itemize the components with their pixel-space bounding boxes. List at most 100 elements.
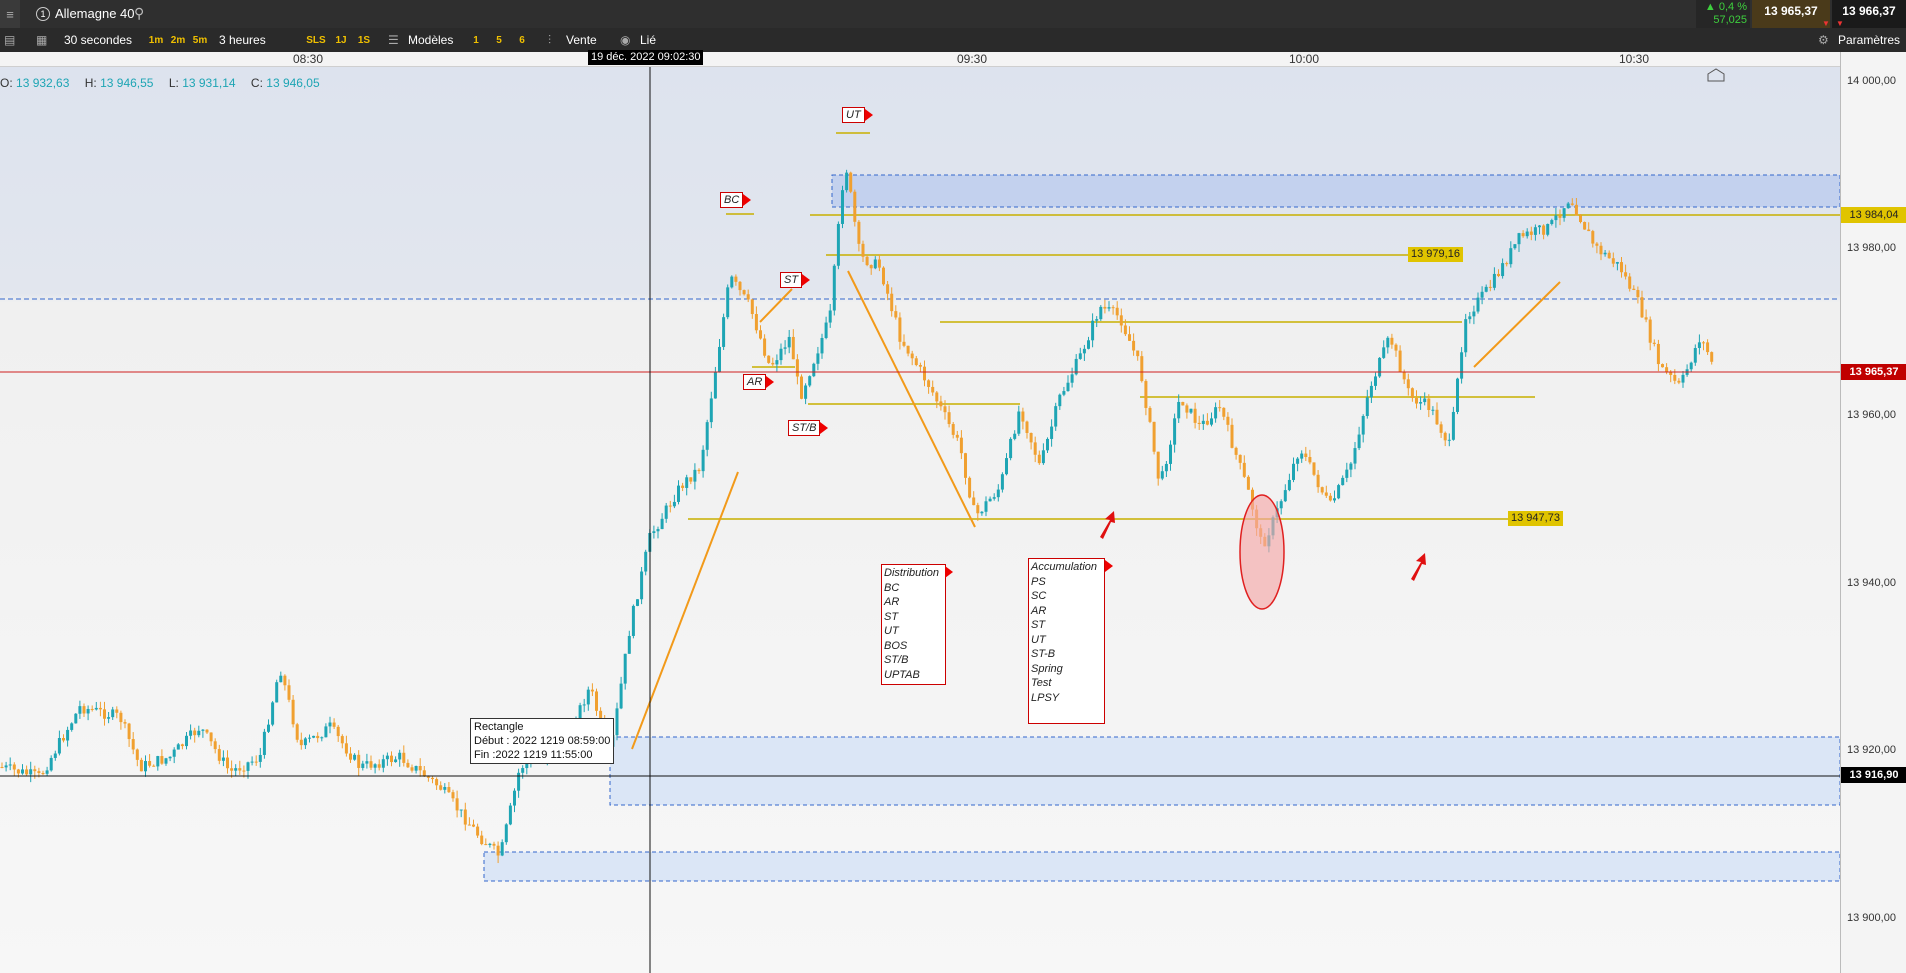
candle-body [1164,463,1168,472]
candle-body [164,758,168,764]
down-arrow-icon: ▼ [1836,19,1844,28]
gear-icon[interactable]: ⚙ [1818,28,1829,52]
candle-body [242,770,246,772]
candle-body [1636,289,1640,298]
instrument-name[interactable]: Allemagne 40 [55,6,135,21]
candle-body [217,749,221,761]
candle-body [221,757,225,761]
candle-body [677,485,680,502]
support-zone [609,736,1840,806]
candle-body [98,707,102,710]
tag-ut[interactable]: UT [842,107,873,123]
candle-body [103,709,106,719]
change-percent: ▲ 0,4 % [1704,1,1747,13]
candle-body [1226,416,1230,425]
period-select[interactable]: 3 heures [219,28,266,52]
accumulation-note[interactable]: Accumulation PS SC AR ST UT ST-B Spring … [1028,558,1105,724]
candle-body [595,691,598,711]
list-item: ST-B [1031,648,1056,660]
tooltip-end: Fin :2022 1219 11:55:00 [474,749,593,761]
candle-body [1476,297,1480,312]
template-5-button[interactable]: 5 [493,31,505,49]
list-icon[interactable]: ▤ [4,28,15,52]
candle-body [295,724,299,740]
list-item: BOS [884,639,908,652]
candle-body [923,366,926,381]
candle-body [1697,342,1701,349]
candle-body [25,769,29,775]
candle-body [418,765,422,771]
candle-body [1099,306,1103,320]
open-value: 13 932,63 [16,76,70,90]
linked-toggle[interactable]: Lié [640,28,656,52]
candle-body [254,761,258,763]
candle-body [1574,204,1578,216]
1j-button[interactable]: 1J [332,31,350,49]
candle-body [857,221,861,244]
candle-body [1337,485,1341,499]
sls-button[interactable]: SLS [305,31,327,49]
candle-body [636,599,639,606]
candle-body [1320,487,1324,493]
candle-body [1029,432,1033,443]
candle-body [328,722,332,727]
candle-body [640,571,644,600]
tf-5m-button[interactable]: 5m [191,31,209,49]
bid-button[interactable]: 13 965,37 ▼ [1752,0,1830,28]
candle-body [1587,229,1591,232]
candle-body [1595,243,1599,246]
template-1-button[interactable]: 1 [470,31,482,49]
candle-body [1644,317,1648,320]
candle-body [865,256,869,266]
layout-icon[interactable]: ▦ [36,28,47,52]
tag-ar[interactable]: AR [743,374,775,390]
candle-body [1710,352,1714,362]
candle-body [1464,319,1468,353]
template-6-button[interactable]: 6 [516,31,528,49]
price-chart[interactable] [0,67,1840,973]
candle-body [33,769,37,772]
candle-body [689,477,693,482]
candle-body [230,768,234,771]
search-icon[interactable]: ⚲ [134,5,144,22]
candle-body [1181,401,1185,406]
1s-button[interactable]: 1S [355,31,373,49]
tag-stb[interactable]: ST/B [788,420,830,436]
candle-body [57,738,61,754]
price-axis: 14 000,00 13 980,00 13 960,00 13 940,00 … [1840,52,1906,973]
candle-body [1665,367,1669,373]
candle-body [226,757,229,769]
tf-1m-button[interactable]: 1m [147,31,165,49]
candle-body [353,754,357,760]
candle-body [1620,262,1623,273]
down-arrow-icon: ▼ [1822,19,1830,28]
candle-body [435,779,439,786]
instrument-number[interactable]: 1 [36,7,50,21]
distribution-note[interactable]: Distribution BC AR ST UT BOS ST/B UPTAB [881,564,946,685]
ask-button[interactable]: 13 966,37 ▼ [1832,0,1906,28]
tag-st[interactable]: ST [780,272,811,288]
candle-body [754,314,758,331]
candle-body [1222,407,1226,417]
price-label: 13 900,00 [1847,912,1896,924]
candle-body [1472,311,1476,317]
candle-body [1484,286,1488,292]
candle-body [299,739,303,746]
hamburger-icon[interactable]: ≡ [0,0,20,28]
tag-bc[interactable]: BC [720,192,752,208]
candle-body [652,531,656,534]
settings-button[interactable]: Paramètres [1838,28,1900,52]
candle-body [1456,378,1459,412]
candle-body [361,763,365,768]
list-item: ST [884,610,899,623]
sell-button[interactable]: Vente [566,28,597,52]
candle-body [1353,448,1357,464]
candle-body [1087,340,1090,349]
tf-2m-button[interactable]: 2m [169,31,187,49]
candle-body [1611,258,1615,264]
candle-body [1603,252,1607,255]
candle-body [623,653,627,684]
timeframe-select[interactable]: 30 secondes [64,28,132,52]
templates-menu[interactable]: Modèles [408,28,453,52]
candle-body [1304,453,1308,457]
